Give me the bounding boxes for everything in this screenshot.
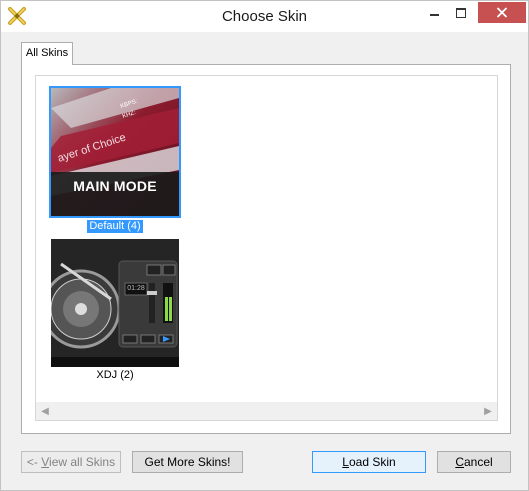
view-all-skins-button[interactable]: <- View all Skins (21, 451, 121, 473)
cancel-accel: C (455, 455, 464, 469)
close-button[interactable] (478, 2, 526, 23)
view-all-accel: V (41, 455, 50, 469)
tab-all-skins[interactable]: All Skins (21, 42, 73, 65)
skin-item-xdj[interactable]: 01:28 XDJ (2) (49, 239, 181, 382)
close-icon (496, 7, 508, 18)
minimize-button[interactable] (421, 2, 448, 24)
cancel-button[interactable]: Cancel (437, 451, 511, 473)
tab-panel: ayer of Choice KBPS: KHZ: MAIN MODE Defa… (21, 64, 511, 434)
scroll-right-icon[interactable]: ▶ (482, 406, 494, 417)
horizontal-scrollbar[interactable]: ◀ ▶ (36, 402, 497, 420)
maximize-button[interactable] (448, 2, 475, 24)
title-bar[interactable]: Choose Skin (1, 1, 528, 32)
skin-item-default[interactable]: ayer of Choice KBPS: KHZ: MAIN MODE Defa… (49, 86, 181, 233)
skins-list[interactable]: ayer of Choice KBPS: KHZ: MAIN MODE Defa… (35, 75, 498, 421)
skin-thumbnail-caption: MAIN MODE (73, 178, 157, 194)
load-rest: oad Skin (348, 455, 396, 469)
skin-thumbnail-xdj: 01:28 (51, 239, 179, 367)
load-skin-button[interactable]: Load Skin (312, 451, 426, 473)
skin-thumbnail-default: ayer of Choice KBPS: KHZ: MAIN MODE (49, 86, 181, 218)
skin-thumbnail-time: 01:28 (127, 285, 145, 292)
view-all-prefix: <- (26, 455, 42, 469)
skin-label-xdj: XDJ (2) (96, 369, 134, 381)
skin-label-default: Default (4) (87, 220, 143, 233)
choose-skin-window: Choose Skin All Skins ayer of Choice KBP… (0, 0, 529, 491)
get-more-skins-button[interactable]: Get More Skins! (132, 451, 243, 473)
load-accel: L (342, 455, 349, 469)
scroll-left-icon[interactable]: ◀ (39, 406, 51, 417)
cancel-rest: ancel (463, 455, 493, 469)
view-all-rest: iew all Skins (49, 455, 116, 469)
